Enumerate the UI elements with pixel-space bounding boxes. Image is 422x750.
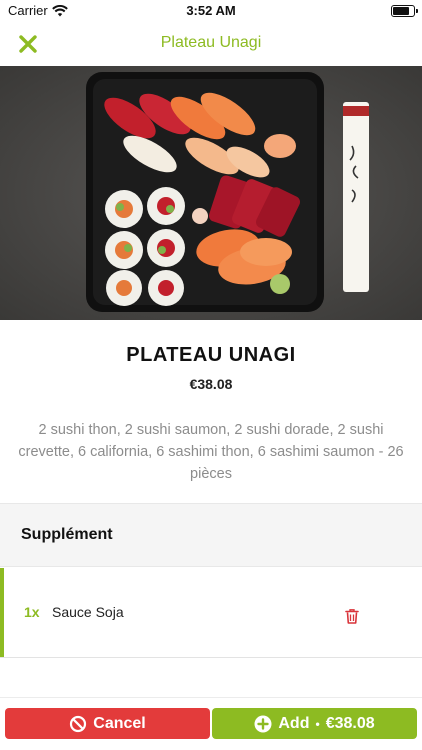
selection-accent-bar: [0, 568, 4, 657]
close-x-icon: [19, 35, 37, 53]
delete-supplement-button[interactable]: [342, 606, 362, 626]
clock: 3:52 AM: [186, 3, 236, 18]
cancel-button[interactable]: Cancel: [5, 708, 210, 739]
nav-title: Plateau Unagi: [160, 34, 262, 51]
bottom-action-bar: Cancel Add • €38.08: [0, 697, 422, 750]
close-button[interactable]: [14, 30, 42, 58]
trash-icon: [345, 609, 359, 624]
cancel-label: Cancel: [93, 714, 146, 732]
product-description: 2 sushi thon, 2 sushi saumon, 2 sushi do…: [18, 422, 404, 482]
add-to-cart-button[interactable]: Add • €38.08: [212, 708, 417, 739]
supplement-name: Sauce Soja: [52, 604, 124, 620]
add-price: €38.08: [325, 714, 375, 732]
plus-circle-icon: [254, 715, 272, 733]
price-separator: •: [315, 716, 320, 731]
supplement-section-header: Supplément: [0, 503, 422, 567]
product-price: €38.08: [189, 376, 233, 392]
battery-icon: [391, 5, 418, 17]
navigation-bar: Plateau Unagi: [0, 22, 422, 66]
product-image: [0, 66, 422, 320]
add-label: Add: [278, 714, 310, 732]
supplement-title: Supplément: [21, 526, 113, 543]
supplement-quantity: 1x: [24, 604, 40, 620]
product-name: PLATEAU UNAGI: [126, 344, 296, 366]
supplement-item: 1x Sauce Soja: [0, 568, 422, 658]
status-bar: Carrier 3:52 AM: [0, 0, 422, 22]
prohibited-icon: [69, 715, 87, 733]
